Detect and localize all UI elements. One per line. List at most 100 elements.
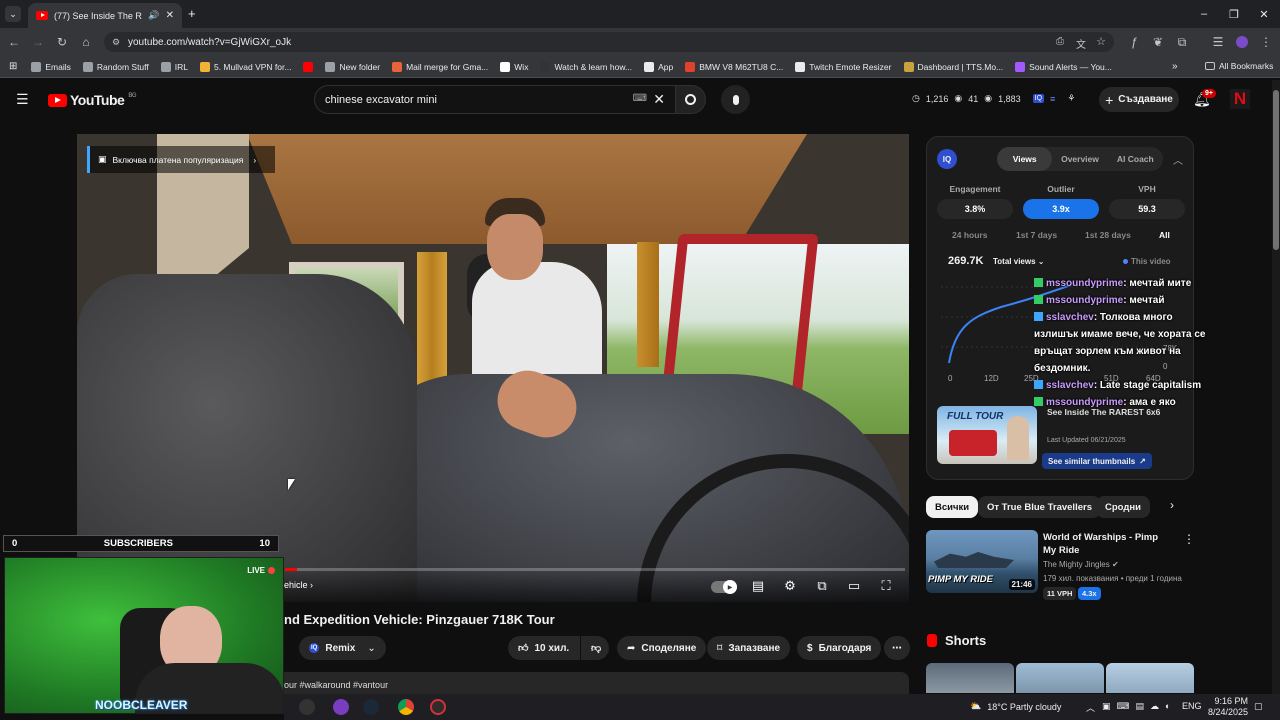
tab-search-list-icon[interactable]: ☰: [1210, 34, 1226, 50]
browser-tab-active[interactable]: (77) See Inside The RAREST 🔊 ✕: [28, 3, 182, 28]
extension-leaf-icon[interactable]: ❦: [1150, 34, 1166, 50]
dislike-button[interactable]: 👎︎: [581, 636, 609, 660]
restore-icon[interactable]: ❐: [1218, 0, 1250, 28]
total-views-dropdown[interactable]: Total views ⌄: [993, 257, 1044, 266]
list-icon[interactable]: ≡: [1050, 94, 1055, 104]
bookmark-item[interactable]: IRL: [160, 61, 188, 72]
vidiq-thumbnail[interactable]: FULL TOUR: [937, 406, 1037, 464]
like-button[interactable]: 👍︎ 10 хил.: [508, 636, 580, 660]
tray-icons[interactable]: ▣⌨▤☁◐: [1102, 701, 1176, 712]
translate-icon[interactable]: 文: [1076, 36, 1086, 51]
clear-search-icon[interactable]: ✕: [653, 91, 665, 108]
short-thumbnail-3[interactable]: [1106, 663, 1194, 693]
recommended-more-icon[interactable]: ⋮: [1183, 532, 1195, 546]
tab-ai-coach[interactable]: AI Coach: [1108, 154, 1163, 164]
browser-menu-icon[interactable]: ⋮: [1258, 34, 1274, 50]
tab-close-icon[interactable]: ✕: [166, 10, 174, 21]
taskbar-app-2-icon[interactable]: [333, 699, 349, 715]
extensions-puzzle-icon[interactable]: ⧉: [1174, 34, 1190, 50]
channel-avatar[interactable]: N: [1230, 89, 1250, 109]
share-button[interactable]: ➦ Споделяне: [617, 636, 707, 660]
menu-hamburger-icon[interactable]: ☰: [16, 91, 29, 108]
window-close-icon[interactable]: ✕: [1248, 0, 1280, 28]
save-button[interactable]: ⌑ Запазване: [707, 636, 791, 660]
reload-icon[interactable]: ↻: [54, 34, 70, 50]
tab-search-icon[interactable]: ⌄: [5, 6, 21, 22]
progress-bar[interactable]: [285, 568, 905, 571]
weather-widget[interactable]: ⛅ 18°C Partly cloudy: [970, 701, 1061, 712]
chip-from-channel[interactable]: От True Blue Travellers: [978, 496, 1101, 518]
chip-all[interactable]: Всички: [926, 496, 979, 518]
home-icon[interactable]: ⌂: [78, 34, 94, 50]
miniplayer-icon[interactable]: ⧉: [813, 578, 831, 594]
remix-button[interactable]: IQ Remix ⌄: [299, 636, 386, 660]
youtube-logo[interactable]: YouTube BG: [48, 92, 136, 108]
create-button[interactable]: + Създаване: [1099, 87, 1179, 112]
tab-audio-icon[interactable]: 🔊: [148, 10, 159, 21]
recommended-thumbnail[interactable]: PIMP MY RIDE 21:46: [926, 530, 1038, 593]
scrollbar-thumb[interactable]: [1273, 90, 1279, 250]
address-bar[interactable]: ⚙ youtube.com/watch?v=GjWiGXr_oJk ⎙ 文 ☆: [104, 32, 1114, 52]
range-7d[interactable]: 1st 7 days: [1016, 230, 1057, 240]
chip-related[interactable]: Сродни: [1096, 496, 1150, 518]
trophy-icon[interactable]: ⚘: [1067, 93, 1075, 104]
bookmark-item[interactable]: Watch & learn how...: [540, 61, 632, 72]
forward-icon[interactable]: →: [30, 34, 46, 50]
bookmark-item[interactable]: BMW V8 M62TU8 C...: [685, 61, 783, 72]
tab-views[interactable]: Views: [997, 147, 1053, 171]
theater-mode-icon[interactable]: ▭: [845, 578, 863, 594]
range-all[interactable]: All: [1159, 230, 1170, 240]
language-indicator[interactable]: ENG: [1182, 701, 1202, 711]
thanks-button[interactable]: $ Благодаря: [797, 636, 882, 660]
settings-gear-icon[interactable]: ⚙: [781, 578, 799, 594]
taskbar-app-1-icon[interactable]: [299, 699, 315, 715]
back-icon[interactable]: ←: [6, 34, 22, 50]
short-thumbnail-2[interactable]: [1016, 663, 1104, 693]
search-input[interactable]: chinese excavator mini ⌨ ✕: [314, 85, 676, 114]
more-actions-button[interactable]: ⋯: [884, 636, 910, 660]
install-icon[interactable]: ⎙: [1056, 36, 1064, 47]
short-thumbnail-1[interactable]: [926, 663, 1014, 693]
clock[interactable]: 9:16 PM 8/24/2025: [1208, 696, 1248, 718]
recommended-channel[interactable]: The Mighty Jingles ✔: [1043, 560, 1119, 569]
chapter-label[interactable]: ehicle ›: [284, 580, 313, 590]
taskbar-steam-icon[interactable]: [363, 699, 379, 715]
autoplay-toggle[interactable]: ▶: [711, 580, 737, 594]
minimize-icon[interactable]: –: [1188, 0, 1220, 28]
bookmark-item[interactable]: Twitch Emote Resizer: [795, 61, 892, 72]
bookmark-item[interactable]: Random Stuff: [82, 61, 149, 72]
page-scrollbar[interactable]: [1272, 80, 1280, 694]
vidiq-badge-icon[interactable]: IQ: [1032, 94, 1045, 103]
search-button[interactable]: [676, 85, 706, 114]
notification-center-icon[interactable]: ▢: [1254, 701, 1263, 712]
bookmark-item[interactable]: New folder: [325, 61, 380, 72]
bookmark-item[interactable]: Wix: [500, 61, 528, 72]
profile-avatar[interactable]: [1234, 34, 1250, 50]
extension-f-icon[interactable]: ƒ: [1126, 34, 1142, 50]
paid-promotion-banner[interactable]: ▣ Включва платена популяризация ›: [87, 146, 275, 173]
bookmark-item[interactable]: Sound Alerts — You...: [1015, 61, 1112, 72]
chips-next-icon[interactable]: ›: [1170, 498, 1174, 512]
collapse-chevron-icon[interactable]: ︿: [1173, 152, 1183, 167]
taskbar-chrome-icon[interactable]: [398, 699, 414, 715]
taskbar-obs-icon[interactable]: [430, 699, 446, 715]
bookmark-item[interactable]: [303, 61, 314, 72]
tray-chevron-icon[interactable]: ︿: [1086, 701, 1095, 714]
bookmark-star-icon[interactable]: ☆: [1096, 35, 1106, 48]
fullscreen-icon[interactable]: ⛶: [877, 578, 895, 594]
video-player[interactable]: [77, 134, 909, 602]
similar-thumbnails-button[interactable]: See similar thumbnails ↗: [1042, 453, 1152, 469]
bookmark-item[interactable]: Mail merge for Gma...: [392, 61, 488, 72]
range-28d[interactable]: 1st 28 days: [1085, 230, 1131, 240]
bookmark-item[interactable]: Emails: [31, 61, 71, 72]
voice-search-button[interactable]: [721, 85, 750, 114]
bookmark-item[interactable]: 5. Mullvad VPN for...: [199, 61, 291, 72]
video-description[interactable]: our #walkaround #vantour: [278, 672, 909, 694]
recommended-title[interactable]: World of Warships - Pimp My Ride: [1043, 531, 1173, 557]
all-bookmarks[interactable]: All Bookmarks: [1205, 61, 1273, 71]
tab-overview[interactable]: Overview: [1052, 154, 1107, 164]
keyboard-icon[interactable]: ⌨: [633, 93, 647, 104]
bookmark-item[interactable]: App: [644, 61, 673, 72]
range-24h[interactable]: 24 hours: [952, 230, 987, 240]
site-info-icon[interactable]: ⚙: [112, 37, 120, 48]
